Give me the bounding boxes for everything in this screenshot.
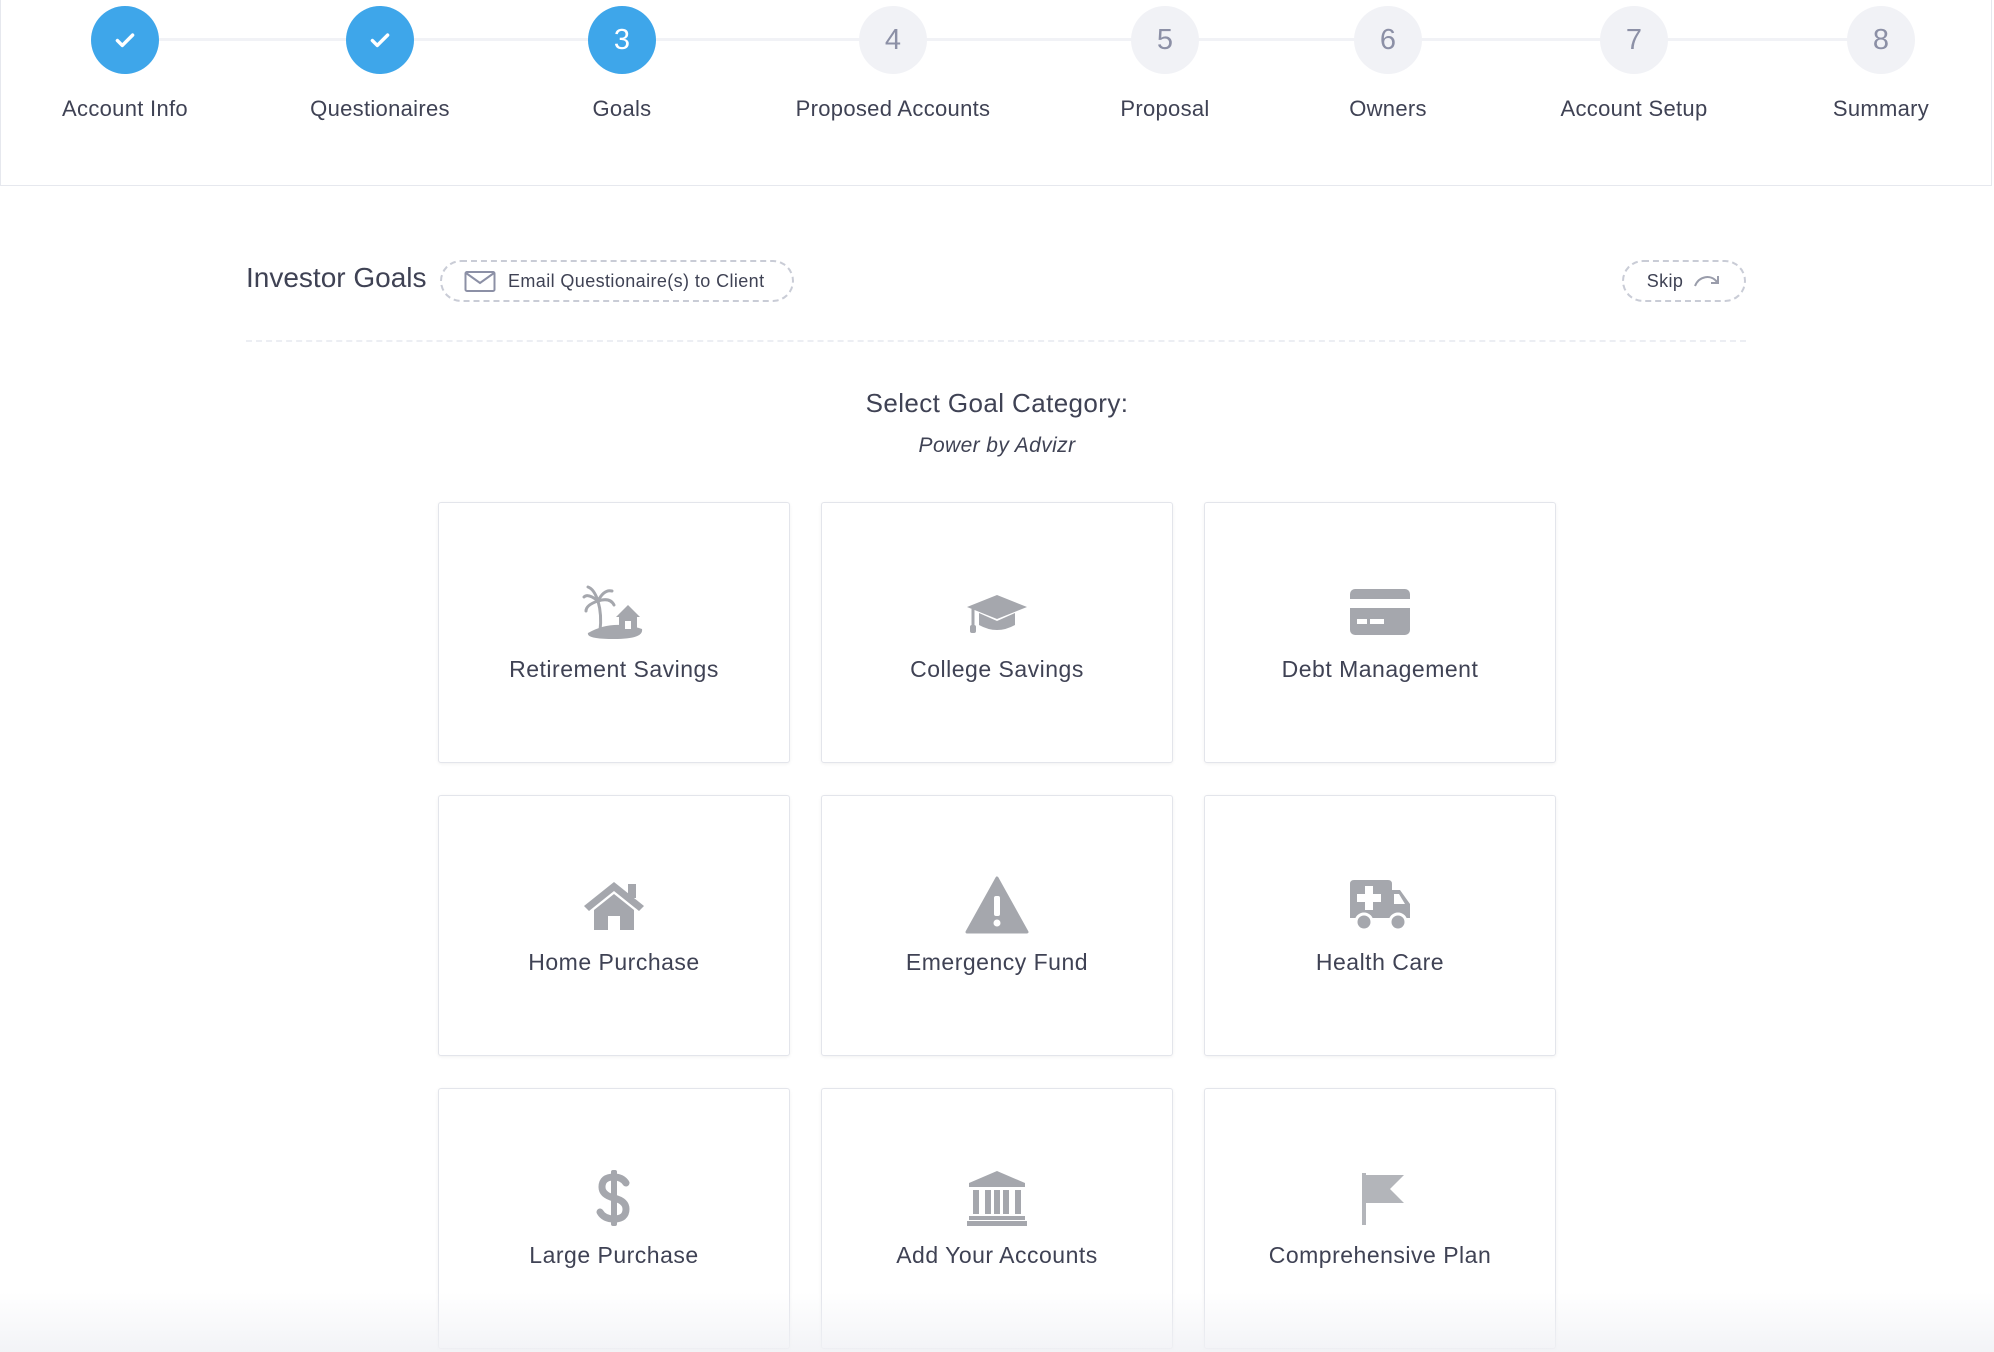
goal-label: Health Care <box>1315 949 1445 975</box>
step-label: Summary <box>1832 96 1930 121</box>
goal-label: College Savings <box>910 656 1084 682</box>
flag-icon <box>1345 1168 1415 1228</box>
island-house-icon <box>579 582 649 642</box>
step-label: Owners <box>1349 96 1427 121</box>
skip-button[interactable]: Skip <box>1622 260 1746 302</box>
email-button-label: Email Questionaire(s) to Client <box>508 270 765 291</box>
step-check-icon <box>346 6 414 74</box>
step-proposed-accounts[interactable]: 4 Proposed Accounts <box>773 6 1013 122</box>
step-number: 7 <box>1600 6 1668 74</box>
goal-card-retirement-savings[interactable]: Retirement Savings <box>438 502 790 763</box>
step-account-setup[interactable]: 7 Account Setup <box>1514 6 1754 122</box>
step-label: Questionaires <box>310 96 450 121</box>
step-label: Account Info <box>62 96 188 121</box>
ambulance-icon <box>1345 875 1415 935</box>
step-number: 5 <box>1131 6 1199 74</box>
dollar-icon <box>579 1168 649 1228</box>
goal-card-emergency-fund[interactable]: Emergency Fund <box>821 795 1173 1056</box>
goal-label: Debt Management <box>1281 656 1479 682</box>
goal-card-health-care[interactable]: Health Care <box>1204 795 1556 1056</box>
redo-arrow-icon <box>1693 272 1721 290</box>
step-account-info[interactable]: Account Info <box>5 6 245 122</box>
goal-card-debt-management[interactable]: Debt Management <box>1204 502 1556 763</box>
wizard-stepper: Account Info Questionaires 3 Goals 4 Pro… <box>0 0 1992 186</box>
step-goals[interactable]: 3 Goals <box>502 6 742 122</box>
credit-card-icon <box>1345 582 1415 642</box>
step-check-icon <box>91 6 159 74</box>
goal-label: Home Purchase <box>528 949 700 975</box>
step-label: Account Setup <box>1560 96 1708 121</box>
page-title: Investor Goals <box>246 262 427 293</box>
goal-card-add-your-accounts[interactable]: Add Your Accounts <box>821 1088 1173 1349</box>
home-icon <box>579 875 649 935</box>
powered-by-text: Power by Advizr <box>918 434 1076 457</box>
graduation-cap-icon <box>962 582 1032 642</box>
envelope-icon <box>464 269 496 293</box>
goal-card-large-purchase[interactable]: Large Purchase <box>438 1088 790 1349</box>
goal-card-college-savings[interactable]: College Savings <box>821 502 1173 763</box>
step-summary[interactable]: 8 Summary <box>1761 6 1994 122</box>
step-proposal[interactable]: 5 Proposal <box>1045 6 1285 122</box>
step-questionaires[interactable]: Questionaires <box>260 6 500 122</box>
warning-icon <box>962 875 1032 935</box>
goal-label: Large Purchase <box>529 1242 699 1268</box>
step-owners[interactable]: 6 Owners <box>1268 6 1508 122</box>
goal-category-grid: Retirement Savings College Savings Debt … <box>438 502 1556 1349</box>
header-divider <box>246 340 1746 342</box>
goal-card-comprehensive-plan[interactable]: Comprehensive Plan <box>1204 1088 1556 1349</box>
section-title: Select Goal Category: <box>865 388 1129 418</box>
step-label: Goals <box>592 96 652 121</box>
bank-icon <box>962 1168 1032 1228</box>
email-questionaire-button[interactable]: Email Questionaire(s) to Client <box>440 260 794 302</box>
step-number: 6 <box>1354 6 1422 74</box>
step-number: 8 <box>1847 6 1915 74</box>
goal-label: Emergency Fund <box>905 949 1089 975</box>
goal-label: Comprehensive Plan <box>1268 1242 1492 1268</box>
goal-label: Retirement Savings <box>509 656 719 682</box>
step-number: 4 <box>859 6 927 74</box>
step-label: Proposed Accounts <box>795 96 991 121</box>
step-label: Proposal <box>1120 96 1210 121</box>
step-number: 3 <box>588 6 656 74</box>
skip-button-label: Skip <box>1646 270 1684 291</box>
goal-card-home-purchase[interactable]: Home Purchase <box>438 795 790 1056</box>
goal-label: Add Your Accounts <box>896 1242 1098 1268</box>
